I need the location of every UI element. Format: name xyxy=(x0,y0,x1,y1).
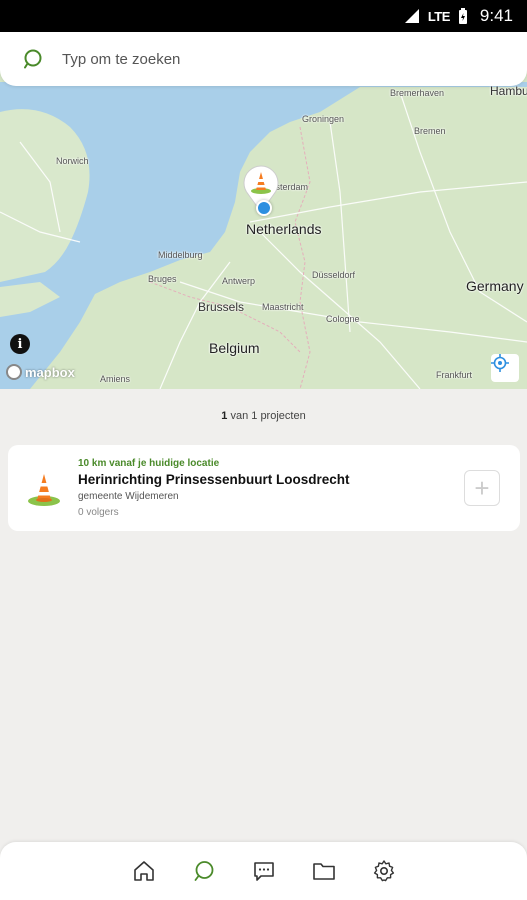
map-label-dusseldorf: Düsseldorf xyxy=(312,270,356,280)
signal-icon xyxy=(404,9,419,23)
project-card[interactable]: 10 km vanaf je huidige locatie Herinrich… xyxy=(8,445,520,531)
locate-me-button[interactable] xyxy=(491,354,519,382)
mapbox-logo-icon xyxy=(6,364,22,380)
project-title: Herinrichting Prinsessenbuurt Loosdrecht xyxy=(78,472,350,487)
mapbox-logo: mapbox xyxy=(6,364,75,380)
chat-icon xyxy=(253,862,274,881)
search-icon xyxy=(24,49,42,69)
nav-search-button[interactable] xyxy=(192,859,216,883)
results-count: 1 van 1 projecten xyxy=(0,410,527,422)
map-label-bremen: Bremen xyxy=(414,126,446,136)
map-label-bruges: Bruges xyxy=(148,274,177,284)
project-followers: 0 volgers xyxy=(78,507,119,518)
crosshair-icon xyxy=(491,354,509,372)
map-label-middelburg: Middelburg xyxy=(158,250,203,260)
search-input[interactable] xyxy=(62,50,462,68)
settings-icon xyxy=(373,860,394,882)
info-icon: i xyxy=(17,336,23,352)
map-label-hamburg: Hambu xyxy=(490,84,527,98)
battery-icon xyxy=(458,7,467,24)
map-label-amiens: Amiens xyxy=(100,374,131,384)
status-bar: LTE 9:41 xyxy=(0,0,527,32)
network-type: LTE xyxy=(427,8,451,24)
traffic-cone-icon xyxy=(28,474,60,506)
results-count-label: van 1 projecten xyxy=(227,410,306,422)
map-label-frankfurt: Frankfurt xyxy=(436,370,473,380)
nav-projects-button[interactable] xyxy=(312,859,336,883)
map-label-germany: Germany xyxy=(466,278,524,294)
search-bar[interactable] xyxy=(0,32,527,86)
follow-project-button[interactable]: + xyxy=(464,470,500,506)
map-label-netherlands: Netherlands xyxy=(246,221,322,237)
map-label-brussels: Brussels xyxy=(198,300,245,314)
project-info: 10 km vanaf je huidige locatie Herinrich… xyxy=(78,458,464,518)
nav-messages-button[interactable] xyxy=(252,859,276,883)
map-label-bremerhaven: Bremerhaven xyxy=(390,88,445,98)
map-label-cologne: Cologne xyxy=(326,314,360,324)
map-info-button[interactable]: i xyxy=(10,334,30,354)
plus-icon: + xyxy=(474,473,490,503)
map-label-maastricht: Maastricht xyxy=(262,302,304,312)
project-organization: gemeente Wijdemeren xyxy=(78,491,179,502)
map-label-norwich: Norwich xyxy=(56,156,89,166)
nav-home-button[interactable] xyxy=(132,859,156,883)
nav-settings-button[interactable] xyxy=(372,859,396,883)
home-icon xyxy=(133,861,154,881)
current-location-dot xyxy=(256,200,272,216)
map-label-belgium: Belgium xyxy=(209,340,260,356)
map-label-antwerp: Antwerp xyxy=(222,276,256,286)
project-distance: 10 km vanaf je huidige locatie xyxy=(78,458,220,469)
search-icon xyxy=(194,861,213,881)
mapbox-logo-text: mapbox xyxy=(25,364,75,380)
bottom-navigation xyxy=(0,842,527,900)
folder-icon xyxy=(312,863,335,880)
clock: 9:41 xyxy=(479,6,513,25)
map-label-groningen: Groningen xyxy=(302,114,345,124)
